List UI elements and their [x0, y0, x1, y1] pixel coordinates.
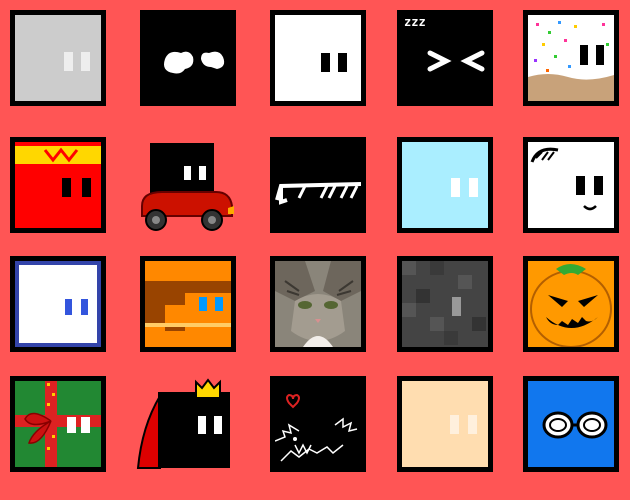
cat-photo-cube-art	[275, 261, 361, 347]
character-peach-cube[interactable]	[397, 376, 493, 472]
character-gift-cube[interactable]	[10, 376, 106, 472]
blue-border-cube-art	[15, 261, 101, 347]
character-king-red-cube[interactable]	[10, 137, 106, 233]
character-grey-cube[interactable]	[10, 10, 106, 106]
smiley-cube-art	[528, 142, 614, 228]
character-dark-pixel-cube[interactable]	[397, 256, 493, 352]
cloud-eyes-art	[145, 15, 231, 101]
sleeping-cube-art: zzz	[402, 15, 488, 101]
grey-cube-art	[15, 15, 101, 101]
crowned-cube-art	[136, 378, 230, 469]
character-sprinkle-cube[interactable]	[523, 10, 619, 106]
character-ice-cube[interactable]	[397, 137, 493, 233]
goggles-cube-art	[528, 381, 614, 467]
character-cat-photo-cube[interactable]	[270, 256, 366, 352]
character-sleeping-cube[interactable]: zzz	[397, 10, 493, 106]
character-car-cube[interactable]	[136, 140, 238, 236]
sprinkle-cube-art	[528, 15, 614, 101]
character-crowned-cube[interactable]	[136, 376, 238, 480]
sunglasses-cube-art	[275, 142, 361, 228]
character-blue-border-cube[interactable]	[10, 256, 106, 352]
dark-pixel-cube-art	[402, 261, 488, 347]
character-pumpkin-cube[interactable]	[523, 256, 619, 352]
character-pixel-hair-cube[interactable]	[140, 256, 236, 352]
car-cube-art	[141, 143, 234, 231]
character-goggles-cube[interactable]	[523, 376, 619, 472]
character-demon-cube[interactable]	[270, 376, 366, 472]
pixel-hair-cube-art	[145, 261, 231, 347]
gift-cube-art	[15, 381, 101, 467]
ice-cube-art	[402, 142, 488, 228]
peach-cube-art	[402, 381, 488, 467]
demon-cube-art	[275, 381, 361, 467]
sleeping-zzz-text: zzz	[404, 15, 426, 29]
character-select-grid: zzz	[0, 0, 630, 500]
character-sunglasses-cube[interactable]	[270, 137, 366, 233]
character-cloud-eyes[interactable]	[140, 10, 236, 106]
character-smiley-cube[interactable]	[523, 137, 619, 233]
pumpkin-cube-art	[528, 261, 614, 347]
character-white-cube[interactable]	[270, 10, 366, 106]
white-cube-art	[275, 15, 361, 101]
king-red-cube-art	[15, 142, 101, 228]
